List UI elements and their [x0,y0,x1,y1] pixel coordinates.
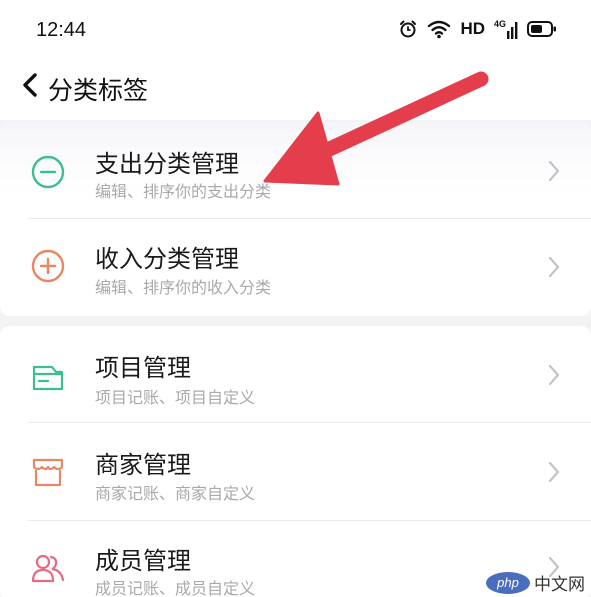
battery-icon [527,21,556,37]
folder-icon [32,365,64,391]
row-subtitle: 成员记账、成员自定义 [95,579,256,597]
income-category-row[interactable]: 收入分类管理 编辑、排序你的收入分类 [0,219,591,316]
row-title: 项目管理 [95,354,191,382]
row-subtitle: 项目记账、项目自定义 [95,388,256,407]
row-title: 商家管理 [95,451,191,479]
watermark: php 中文网 [486,570,585,595]
alarm-icon [400,20,417,38]
chevron-right-icon [548,461,560,483]
status-bar: 12:44 HD 4G [0,0,591,62]
watermark-logo: php [486,571,530,594]
expense-category-row[interactable]: 支出分类管理 编辑、排序你的支出分类 [0,122,591,218]
management-card: 项目管理 项目记账、项目自定义 商家管理 商家记账、商家自定义 成员管理 成员记… [0,326,591,597]
row-subtitle: 编辑、排序你的收入分类 [95,278,272,297]
members-icon [31,554,65,583]
chevron-right-icon [548,256,560,278]
wifi-icon [428,20,451,39]
row-subtitle: 商家记账、商家自定义 [95,484,256,503]
row-subtitle: 编辑、排序你的支出分类 [95,182,272,201]
row-title: 收入分类管理 [95,245,239,273]
chevron-right-icon [548,160,560,182]
plus-circle-icon [31,249,65,283]
hd-label: HD [460,19,485,38]
status-icons: HD 4G [398,18,557,40]
merchant-row[interactable]: 商家管理 商家记账、商家自定义 [0,423,591,520]
shop-icon [32,458,64,487]
project-row[interactable]: 项目管理 项目记账、项目自定义 [0,326,591,422]
status-time: 12:44 [36,19,87,41]
chevron-left-icon[interactable] [18,70,44,100]
watermark-text: 中文网 [534,575,585,595]
signal-generation-label: 4G [494,19,506,29]
row-title: 支出分类管理 [95,150,239,178]
row-title: 成员管理 [95,547,191,575]
nav-bar: 分类标签 [0,62,591,120]
category-card: 支出分类管理 编辑、排序你的支出分类 收入分类管理 编辑、排序你的收入分类 [0,122,591,316]
minus-circle-icon [31,155,65,189]
page-title: 分类标签 [48,76,149,105]
chevron-right-icon [548,364,560,386]
signal-icon: 4G [494,19,518,39]
